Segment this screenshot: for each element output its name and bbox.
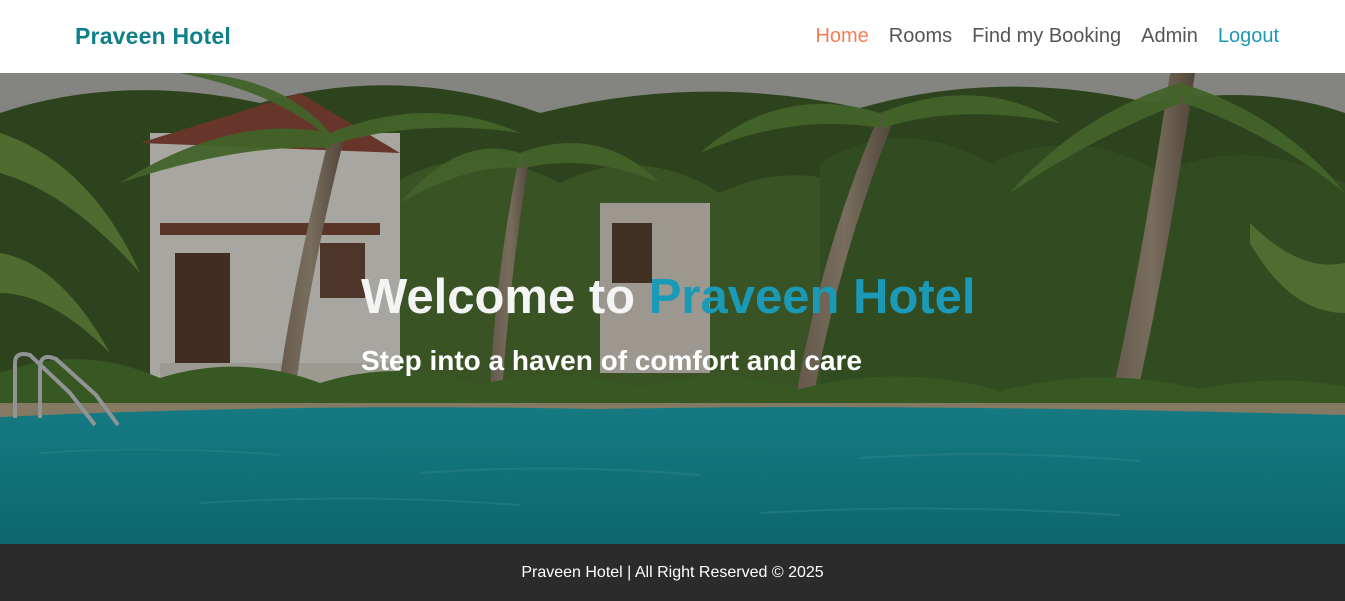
hero-title-prefix: Welcome to	[361, 270, 636, 324]
nav-link-home[interactable]: Home	[815, 25, 868, 48]
nav-menu: Home Rooms Find my Booking Admin Logout	[795, 25, 1279, 48]
hero-subtitle: Step into a haven of comfort and care	[361, 345, 862, 376]
brand-logo-link[interactable]: Praveen Hotel	[75, 23, 231, 50]
hero-title-hotel-name: Praveen Hotel	[648, 270, 976, 324]
nav-link-logout[interactable]: Logout	[1218, 25, 1279, 48]
hero-title: Welcome to Praveen Hotel	[361, 269, 976, 325]
footer: Praveen Hotel | All Right Reserved © 202…	[0, 544, 1345, 601]
hero-section: Welcome to Praveen Hotel Step into a hav…	[0, 73, 1345, 544]
navbar: Praveen Hotel Home Rooms Find my Booking…	[0, 0, 1345, 73]
hero-content: Welcome to Praveen Hotel Step into a hav…	[361, 269, 976, 377]
nav-link-rooms[interactable]: Rooms	[889, 25, 952, 48]
nav-link-admin[interactable]: Admin	[1141, 25, 1198, 48]
footer-copyright: Praveen Hotel | All Right Reserved © 202…	[521, 563, 824, 581]
nav-link-find-my-booking[interactable]: Find my Booking	[972, 25, 1121, 48]
